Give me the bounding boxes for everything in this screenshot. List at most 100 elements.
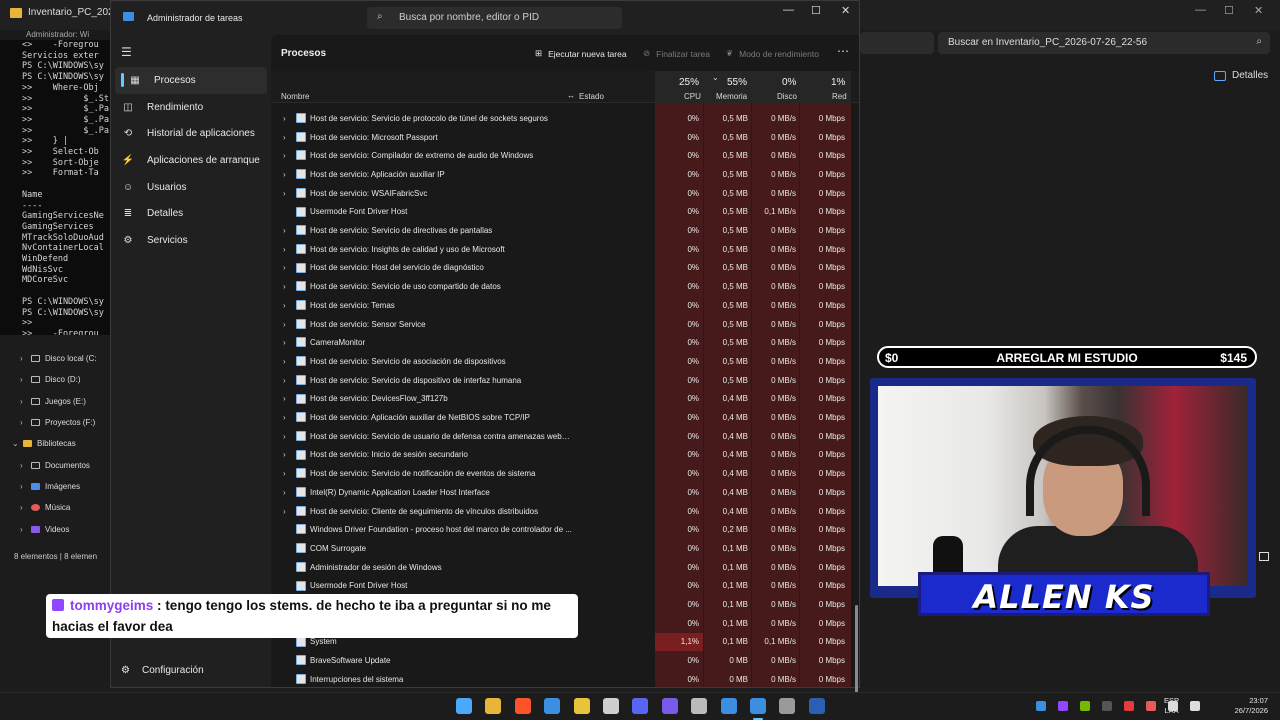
pen-app-icon[interactable]: [603, 698, 619, 714]
expand-chevron-icon[interactable]: ›: [283, 263, 286, 272]
process-row[interactable]: Usermode Font Driver Host 0% 0,1 MB 0 MB/s 0…: [271, 577, 859, 596]
expand-chevron-icon[interactable]: ›: [283, 507, 286, 516]
chevron-right-icon[interactable]: ›: [20, 525, 26, 534]
process-row[interactable]: › Host de servicio: Servicio de protocolo…: [271, 109, 859, 128]
tree-item[interactable]: › Documentos: [0, 454, 112, 475]
hamburger-menu-icon[interactable]: ☰: [121, 45, 132, 59]
task-manager-icon[interactable]: [750, 698, 766, 720]
nav-item-servicios[interactable]: ⚙ Servicios: [111, 227, 271, 254]
expand-chevron-icon[interactable]: ›: [283, 189, 286, 198]
tray-mic-icon[interactable]: [1146, 701, 1156, 711]
close-icon[interactable]: ✕: [1254, 4, 1263, 17]
run-new-task-button[interactable]: ⊞ Ejecutar nueva tarea: [535, 48, 627, 59]
more-options-icon[interactable]: ⋯: [837, 44, 849, 58]
expand-chevron-icon[interactable]: ›: [283, 301, 286, 310]
nav-item-historial-de-aplicaciones[interactable]: ⟲ Historial de aplicaciones: [111, 120, 271, 147]
expand-chevron-icon[interactable]: ›: [283, 114, 286, 123]
tray-volume-icon[interactable]: [1190, 701, 1200, 711]
tree-item[interactable]: › Disco local (C:: [0, 348, 112, 369]
process-row[interactable]: › Host de servicio: Servicio de usuario d…: [271, 427, 859, 446]
close-icon[interactable]: ✕: [841, 4, 850, 17]
tree-item[interactable]: › Juegos (E:): [0, 391, 112, 412]
tray-nvidia-icon[interactable]: [1080, 701, 1090, 711]
process-row[interactable]: › Host de servicio: Servicio de directiva…: [271, 221, 859, 240]
end-task-button[interactable]: ⊘ Finalizar tarea: [643, 48, 710, 59]
nav-item-detalles[interactable]: ≣ Detalles: [111, 200, 271, 227]
process-row[interactable]: Usermode Font Driver Host 0% 0,5 MB 0,1 MB/…: [271, 203, 859, 222]
column-memory[interactable]: Memoria: [716, 92, 747, 101]
process-row[interactable]: › Host de servicio: Servicio de dispositi…: [271, 371, 859, 390]
expand-chevron-icon[interactable]: ›: [283, 133, 286, 142]
expand-chevron-icon[interactable]: ›: [283, 151, 286, 160]
expand-chevron-icon[interactable]: ›: [283, 469, 286, 478]
process-row[interactable]: › Host de servicio: DevicesFlow_3ff127b 0%…: [271, 390, 859, 409]
maximize-icon[interactable]: ☐: [811, 4, 821, 17]
expand-chevron-icon[interactable]: ›: [283, 450, 286, 459]
process-row[interactable]: › Host de servicio: Inicio de sesión secu…: [271, 446, 859, 465]
tray-network-icon[interactable]: [1168, 701, 1178, 711]
expand-chevron-icon[interactable]: ›: [283, 376, 286, 385]
process-row[interactable]: › Host de servicio: Servicio de asociació…: [271, 352, 859, 371]
chevron-down-icon[interactable]: ⌄: [12, 439, 19, 448]
column-network[interactable]: Red: [832, 92, 847, 101]
vertical-scrollbar[interactable]: [855, 605, 858, 705]
expand-chevron-icon[interactable]: ›: [283, 320, 286, 329]
nav-item-usuarios[interactable]: ☺ Usuarios: [111, 174, 271, 201]
powershell-window[interactable]: Administrador: Wi <> -Foregrou Servicios…: [0, 30, 112, 335]
minimize-icon[interactable]: —: [783, 4, 794, 16]
expand-chevron-icon[interactable]: ›: [283, 432, 286, 441]
process-row[interactable]: › Host de servicio: Servicio de uso compa…: [271, 277, 859, 296]
pin-app-icon[interactable]: [544, 698, 561, 714]
chevron-right-icon[interactable]: ›: [20, 482, 26, 491]
tree-item[interactable]: › Imágenes: [0, 476, 112, 497]
expand-chevron-icon[interactable]: ›: [283, 394, 286, 403]
chevron-right-icon[interactable]: ›: [20, 503, 26, 512]
chevron-right-icon[interactable]: ›: [20, 461, 26, 470]
process-row[interactable]: › Host de servicio: Temas 0% 0,5 MB 0 MB/s 0 …: [271, 296, 859, 315]
chevron-right-icon[interactable]: ›: [20, 375, 26, 384]
start-icon[interactable]: [456, 698, 472, 714]
settings-nav-item[interactable]: ⚙ Configuración: [121, 665, 204, 676]
process-row[interactable]: › Host de servicio: Aplicación auxiliar I…: [271, 165, 859, 184]
efficiency-mode-button[interactable]: ❦ Modo de rendimiento: [726, 48, 819, 59]
process-row[interactable]: Windows Driver Foundation - proceso host…: [271, 520, 859, 539]
process-row[interactable]: › Host de servicio: WSAIFabricSvc 0% 0,5 MB…: [271, 184, 859, 203]
process-row[interactable]: COM Surrogate 0% 0,1 MB 0 MB/s 0 Mbps: [271, 539, 859, 558]
expand-chevron-icon[interactable]: ›: [283, 338, 286, 347]
github-icon[interactable]: [691, 698, 708, 714]
nav-item-rendimiento[interactable]: ◫ Rendimiento: [111, 94, 271, 121]
process-row[interactable]: › Host de servicio: Sensor Service 0% 0,5 M…: [271, 315, 859, 334]
tray-obs-icon[interactable]: [1102, 701, 1112, 711]
settings-icon[interactable]: [779, 698, 796, 714]
nav-item-aplicaciones-de-arranque[interactable]: ⚡ Aplicaciones de arranque: [111, 147, 271, 174]
chrome-icon[interactable]: [573, 698, 590, 714]
column-disk[interactable]: Disco: [777, 92, 797, 101]
column-status[interactable]: Estado: [579, 92, 604, 101]
process-row[interactable]: › Host de servicio: Servicio de notificac…: [271, 464, 859, 483]
tree-item[interactable]: › Videos: [0, 518, 112, 539]
discord-icon[interactable]: [632, 698, 649, 714]
expand-chevron-icon[interactable]: ›: [283, 170, 286, 179]
window-restore-icon[interactable]: [1259, 552, 1269, 561]
explorer-search-input[interactable]: Buscar en Inventario_PC_2026-07-26_22-56…: [938, 32, 1270, 54]
expand-chevron-icon[interactable]: ›: [283, 245, 286, 254]
column-cpu[interactable]: CPU: [684, 92, 701, 101]
tray-twitch-icon[interactable]: [1058, 701, 1068, 711]
tree-item[interactable]: ⌄ Bibliotecas: [0, 433, 112, 454]
process-row[interactable]: › Intel(R) Dynamic Application Loader Hos…: [271, 483, 859, 502]
powershell-icon[interactable]: [808, 698, 825, 714]
expand-chevron-icon[interactable]: ›: [283, 413, 286, 422]
nav-item-procesos[interactable]: ▦ Procesos: [115, 67, 267, 94]
process-row[interactable]: Administrador de sesión de Windows 0% 0,1 …: [271, 558, 859, 577]
expand-chevron-icon[interactable]: ›: [283, 488, 286, 497]
brave-icon[interactable]: [514, 698, 531, 714]
process-row[interactable]: › Host de servicio: Host del servicio de …: [271, 259, 859, 278]
explorer-address-bar[interactable]: [860, 32, 934, 54]
tree-item[interactable]: › Música: [0, 497, 112, 518]
expand-chevron-icon[interactable]: ›: [283, 282, 286, 291]
tray-shield-icon[interactable]: [1124, 701, 1134, 711]
tray-app-icon[interactable]: [1036, 701, 1046, 711]
process-row[interactable]: › Host de servicio: Aplicación auxiliar d…: [271, 408, 859, 427]
process-row[interactable]: › Host de servicio: Microsoft Passport 0% 0…: [271, 128, 859, 147]
process-row[interactable]: BraveSoftware Update 0% 0 MB 0 MB/s 0 Mbps: [271, 651, 859, 670]
